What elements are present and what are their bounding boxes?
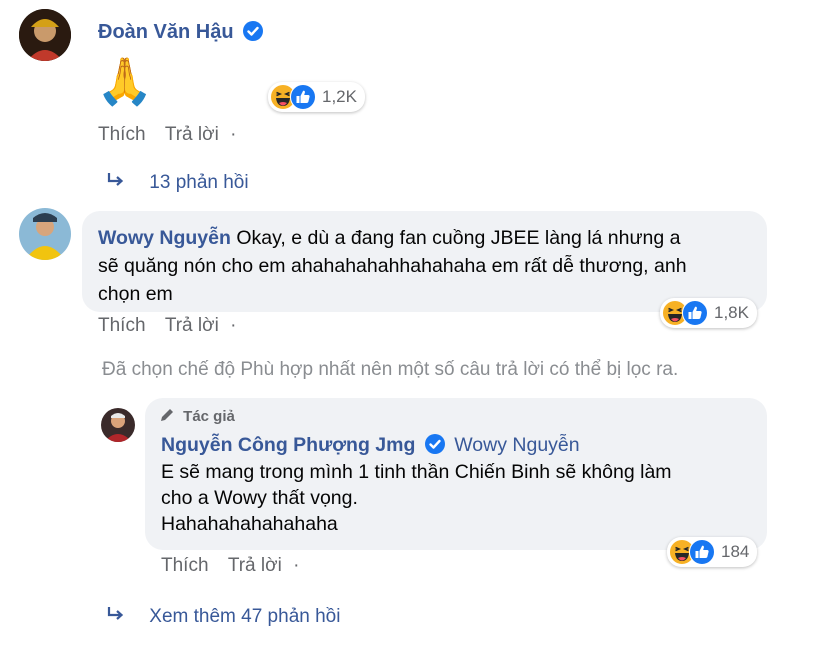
reply-header: Nguyễn Công Phượng Jmg Wowy Nguyễn [161,434,580,460]
like-icon [682,300,708,326]
like-button[interactable]: Thích [161,555,209,576]
author-name[interactable]: Nguyễn Công Phượng Jmg [161,434,415,456]
reply-actions: Thích Trả lời · [161,555,305,577]
reply-arrow-icon [106,604,126,630]
like-button[interactable]: Thích [98,315,146,336]
tagged-user[interactable]: Wowy Nguyễn [454,434,579,456]
emoji-sticker: 🙏 [96,55,154,107]
comment-text: Okay, e dù a đang fan cuồng JBEE làng lá… [236,227,681,249]
reply-text: Hahahahahahahaha [161,513,338,535]
reply-button[interactable]: Trả lời [165,315,219,336]
reaction-summary[interactable]: 184 [667,537,758,567]
reaction-count: 1,8K [714,303,749,322]
comment-body: Wowy Nguyễn Okay, e dù a đang fan cuồng … [98,224,758,308]
author-name[interactable]: Wowy Nguyễn [98,227,231,249]
reply-button[interactable]: Trả lời [228,555,282,576]
separator: · [293,555,300,576]
separator: · [230,315,237,336]
author-badge: Tác giả [159,407,235,427]
reply-arrow-icon [106,170,126,196]
verified-badge-icon [243,21,264,47]
filter-notice: Đã chọn chế độ Phù hợp nhất nên một số c… [102,359,679,380]
badge-label: Tác giả [183,408,235,425]
reaction-summary[interactable]: 1,2K [268,82,365,112]
reply-body: E sẽ mang trong mình 1 tinh thần Chiến B… [161,459,761,537]
like-icon [689,539,715,565]
view-replies-link[interactable]: 13 phản hồi [106,170,249,196]
avatar[interactable] [19,208,71,260]
comment-author[interactable]: Đoàn Văn Hậu [98,21,264,47]
more-replies-link[interactable]: Xem thêm 47 phản hồi [106,604,340,630]
comment-text: chọn em [98,283,173,305]
replies-count-label[interactable]: 13 phản hồi [149,172,248,193]
comment-actions: Thích · Trả lời · [98,124,242,146]
reaction-count: 1,2K [322,87,357,106]
reply-button[interactable]: Trả lời [165,124,219,145]
more-replies-label[interactable]: Xem thêm 47 phản hồi [149,606,340,627]
avatar[interactable] [101,408,135,442]
like-button[interactable]: Thích [98,124,146,145]
comment-text: sẽ quăng nón cho em ahahahahahhahahaha e… [98,255,687,277]
reaction-summary[interactable]: 1,8K [660,298,757,328]
comment-actions: Thích Trả lời · [98,315,242,337]
avatar[interactable] [19,9,71,61]
author-name[interactable]: Đoàn Văn Hậu [98,21,234,43]
reply-text: E sẽ mang trong mình 1 tinh thần Chiến B… [161,461,672,483]
pen-icon [159,407,175,427]
reaction-count: 184 [721,542,750,561]
verified-badge-icon [424,434,445,460]
reply-text: cho a Wowy thất vọng. [161,487,358,509]
like-icon [290,84,316,110]
separator: · [230,124,237,145]
